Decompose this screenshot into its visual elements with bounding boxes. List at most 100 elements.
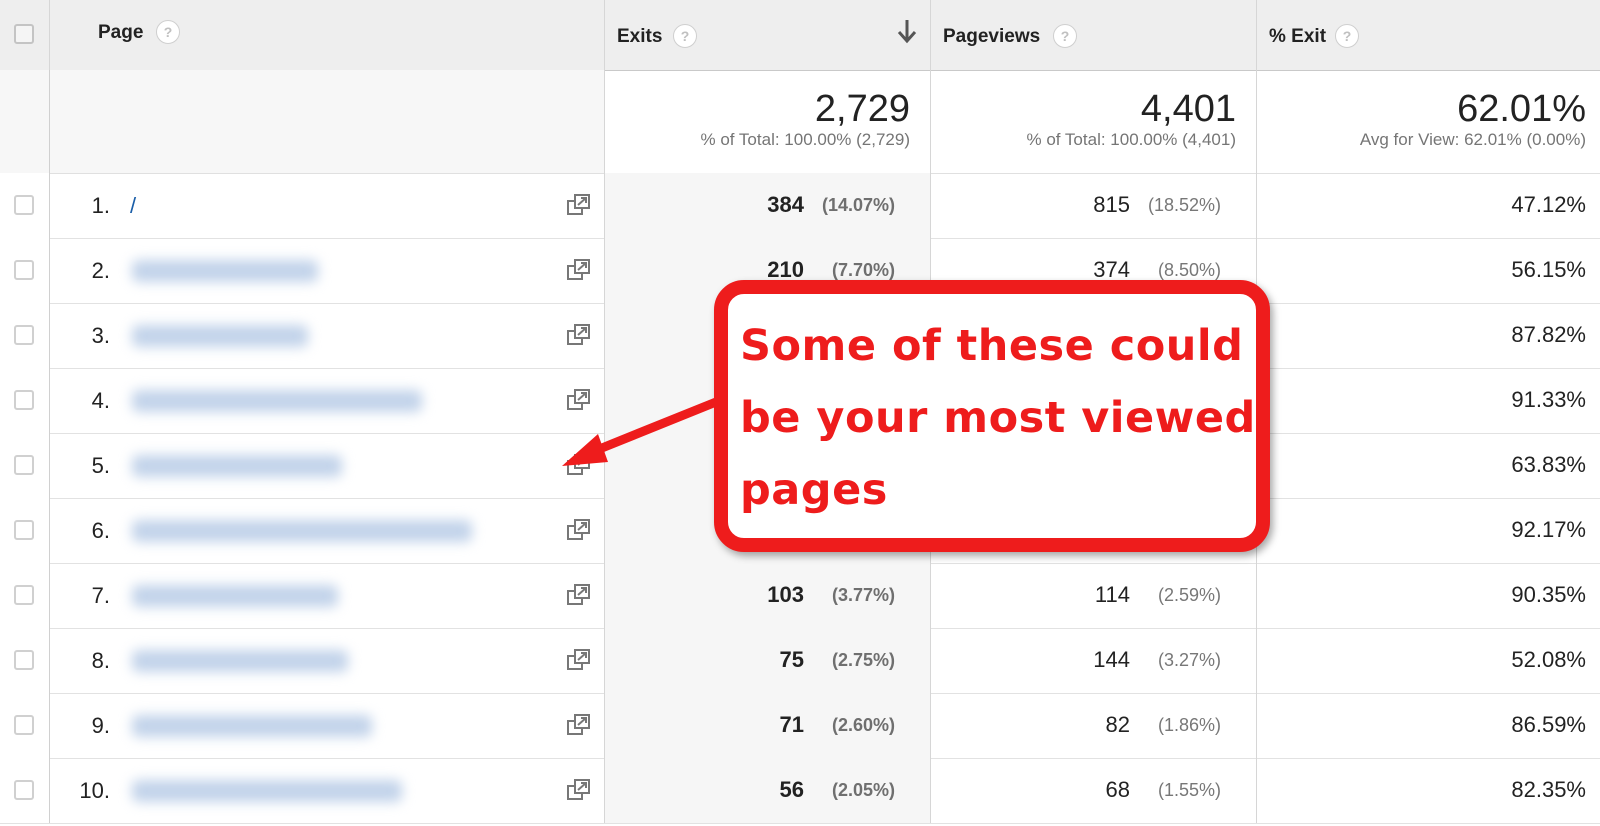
row-exit-rate-cell: 56.15% <box>1257 238 1600 303</box>
row-rank: 1. <box>91 193 110 218</box>
row-pageviews-percent: (1.86%) <box>1157 715 1221 735</box>
row-rank: 2. <box>91 258 110 283</box>
row-exit-rate-cell: 82.35% <box>1257 758 1600 823</box>
row-page-cell: 10. <box>50 758 605 823</box>
header-exits[interactable]: Exits ? <box>605 0 931 70</box>
row-pageviews-percent: (8.50%) <box>1157 260 1221 280</box>
pageviews-help-icon[interactable]: ? <box>1053 24 1077 48</box>
row-checkbox[interactable] <box>14 650 34 670</box>
row-exits-percent: (3.77%) <box>831 585 895 605</box>
page-column-label[interactable]: Page <box>98 22 143 44</box>
exit-rate-column-label[interactable]: % Exit <box>1269 26 1326 48</box>
open-in-new-window-icon[interactable] <box>566 388 592 417</box>
row-rank: 8. <box>91 648 110 673</box>
row-select-cell <box>0 758 50 823</box>
blurred-page-link[interactable] <box>132 455 342 477</box>
row-checkbox[interactable] <box>14 780 34 800</box>
header-page[interactable]: Page ? <box>50 0 605 70</box>
exits-column-label[interactable]: Exits <box>617 26 662 48</box>
row-pageviews-value: 815 <box>1093 192 1130 217</box>
annotation-line-3: pages <box>740 465 888 515</box>
row-pageviews-percent: (18.52%) <box>1147 195 1221 215</box>
open-in-new-window-icon[interactable] <box>566 648 592 677</box>
row-checkbox[interactable] <box>14 455 34 475</box>
row-rank: 9. <box>91 713 110 738</box>
table-row[interactable]: 8. 75 (2.75%) 144 (3.27%) 52.08% <box>0 628 1600 694</box>
row-exit-rate-value: 86.59% <box>1511 712 1586 737</box>
blurred-page-link[interactable] <box>132 780 402 802</box>
row-exits-percent: (14.07%) <box>821 195 895 215</box>
row-exit-rate-value: 90.35% <box>1511 582 1586 607</box>
blurred-page-link[interactable] <box>132 650 348 672</box>
row-page-cell: 9. <box>50 693 605 758</box>
exit-rate-help-icon[interactable]: ? <box>1335 24 1359 48</box>
row-select-cell <box>0 628 50 693</box>
blurred-page-link[interactable] <box>132 585 338 607</box>
row-exits-cell: 384 (14.07%) <box>605 173 931 238</box>
row-checkbox[interactable] <box>14 260 34 280</box>
table-row[interactable]: 10. 56 (2.05%) 68 (1.55%) 82.35% <box>0 758 1600 824</box>
exits-help-icon[interactable]: ? <box>673 24 697 48</box>
open-in-new-window-icon[interactable] <box>566 453 592 482</box>
blurred-page-link[interactable] <box>132 520 472 542</box>
row-pageviews-percent: (2.59%) <box>1157 585 1221 605</box>
totals-pageviews: 4,401 % of Total: 100.00% (4,401) <box>931 70 1257 173</box>
row-page-cell: 5. <box>50 433 605 498</box>
row-page-cell: 3. <box>50 303 605 368</box>
row-exit-rate-cell: 52.08% <box>1257 628 1600 693</box>
row-select-cell <box>0 303 50 368</box>
row-exit-rate-cell: 90.35% <box>1257 563 1600 628</box>
header-pageviews[interactable]: Pageviews ? <box>931 0 1257 70</box>
row-exits-percent: (2.05%) <box>831 780 895 800</box>
page-help-icon[interactable]: ? <box>156 20 180 44</box>
row-page-cell: 2. <box>50 238 605 303</box>
total-pageviews-subtext: % of Total: 100.00% (4,401) <box>1026 130 1237 149</box>
row-exits-value: 384 <box>767 192 804 217</box>
row-pageviews-percent: (1.55%) <box>1157 780 1221 800</box>
open-in-new-window-icon[interactable] <box>566 583 592 612</box>
blurred-page-link[interactable] <box>132 260 318 282</box>
header-exit-rate[interactable]: % Exit ? <box>1257 0 1600 70</box>
open-in-new-window-icon[interactable] <box>566 258 592 287</box>
open-in-new-window-icon[interactable] <box>566 193 592 222</box>
row-rank: 4. <box>91 388 110 413</box>
row-checkbox[interactable] <box>14 715 34 735</box>
row-pageviews-cell: 815 (18.52%) <box>931 173 1257 238</box>
row-exit-rate-value: 91.33% <box>1511 387 1586 412</box>
page-link[interactable]: / <box>130 193 136 219</box>
blurred-page-link[interactable] <box>132 390 422 412</box>
row-rank: 3. <box>91 323 110 348</box>
pageviews-column-label[interactable]: Pageviews <box>943 26 1040 48</box>
row-pageviews-cell: 82 (1.86%) <box>931 693 1257 758</box>
blurred-page-link[interactable] <box>132 715 372 737</box>
row-rank: 5. <box>91 453 110 478</box>
table-row[interactable]: 1. / 384 (14.07%) 815 (18.52%) 47.12% <box>0 173 1600 239</box>
row-checkbox[interactable] <box>14 585 34 605</box>
row-page-cell: 7. <box>50 563 605 628</box>
total-exit-rate-value: 62.01% <box>1457 88 1586 130</box>
sort-descending-arrow-icon[interactable] <box>896 18 918 49</box>
blurred-page-link[interactable] <box>132 325 308 347</box>
row-exits-cell: 71 (2.60%) <box>605 693 931 758</box>
open-in-new-window-icon[interactable] <box>566 323 592 352</box>
row-exits-cell: 75 (2.75%) <box>605 628 931 693</box>
row-pageviews-cell: 114 (2.59%) <box>931 563 1257 628</box>
table-row[interactable]: 7. 103 (3.77%) 114 (2.59%) 90.35% <box>0 563 1600 629</box>
select-all-checkbox[interactable] <box>14 24 34 44</box>
row-checkbox[interactable] <box>14 520 34 540</box>
row-checkbox[interactable] <box>14 325 34 345</box>
row-checkbox[interactable] <box>14 195 34 215</box>
open-in-new-window-icon[interactable] <box>566 713 592 742</box>
header-select-cell <box>0 0 50 70</box>
row-pageviews-percent: (3.27%) <box>1157 650 1221 670</box>
row-select-cell <box>0 173 50 238</box>
table-row[interactable]: 9. 71 (2.60%) 82 (1.86%) 86.59% <box>0 693 1600 759</box>
row-select-cell <box>0 563 50 628</box>
row-select-cell <box>0 693 50 758</box>
row-pageviews-value: 114 <box>1094 582 1130 607</box>
open-in-new-window-icon[interactable] <box>566 778 592 807</box>
open-in-new-window-icon[interactable] <box>566 518 592 547</box>
row-pageviews-value: 144 <box>1093 647 1130 672</box>
row-checkbox[interactable] <box>14 390 34 410</box>
row-page-cell: 4. <box>50 368 605 433</box>
